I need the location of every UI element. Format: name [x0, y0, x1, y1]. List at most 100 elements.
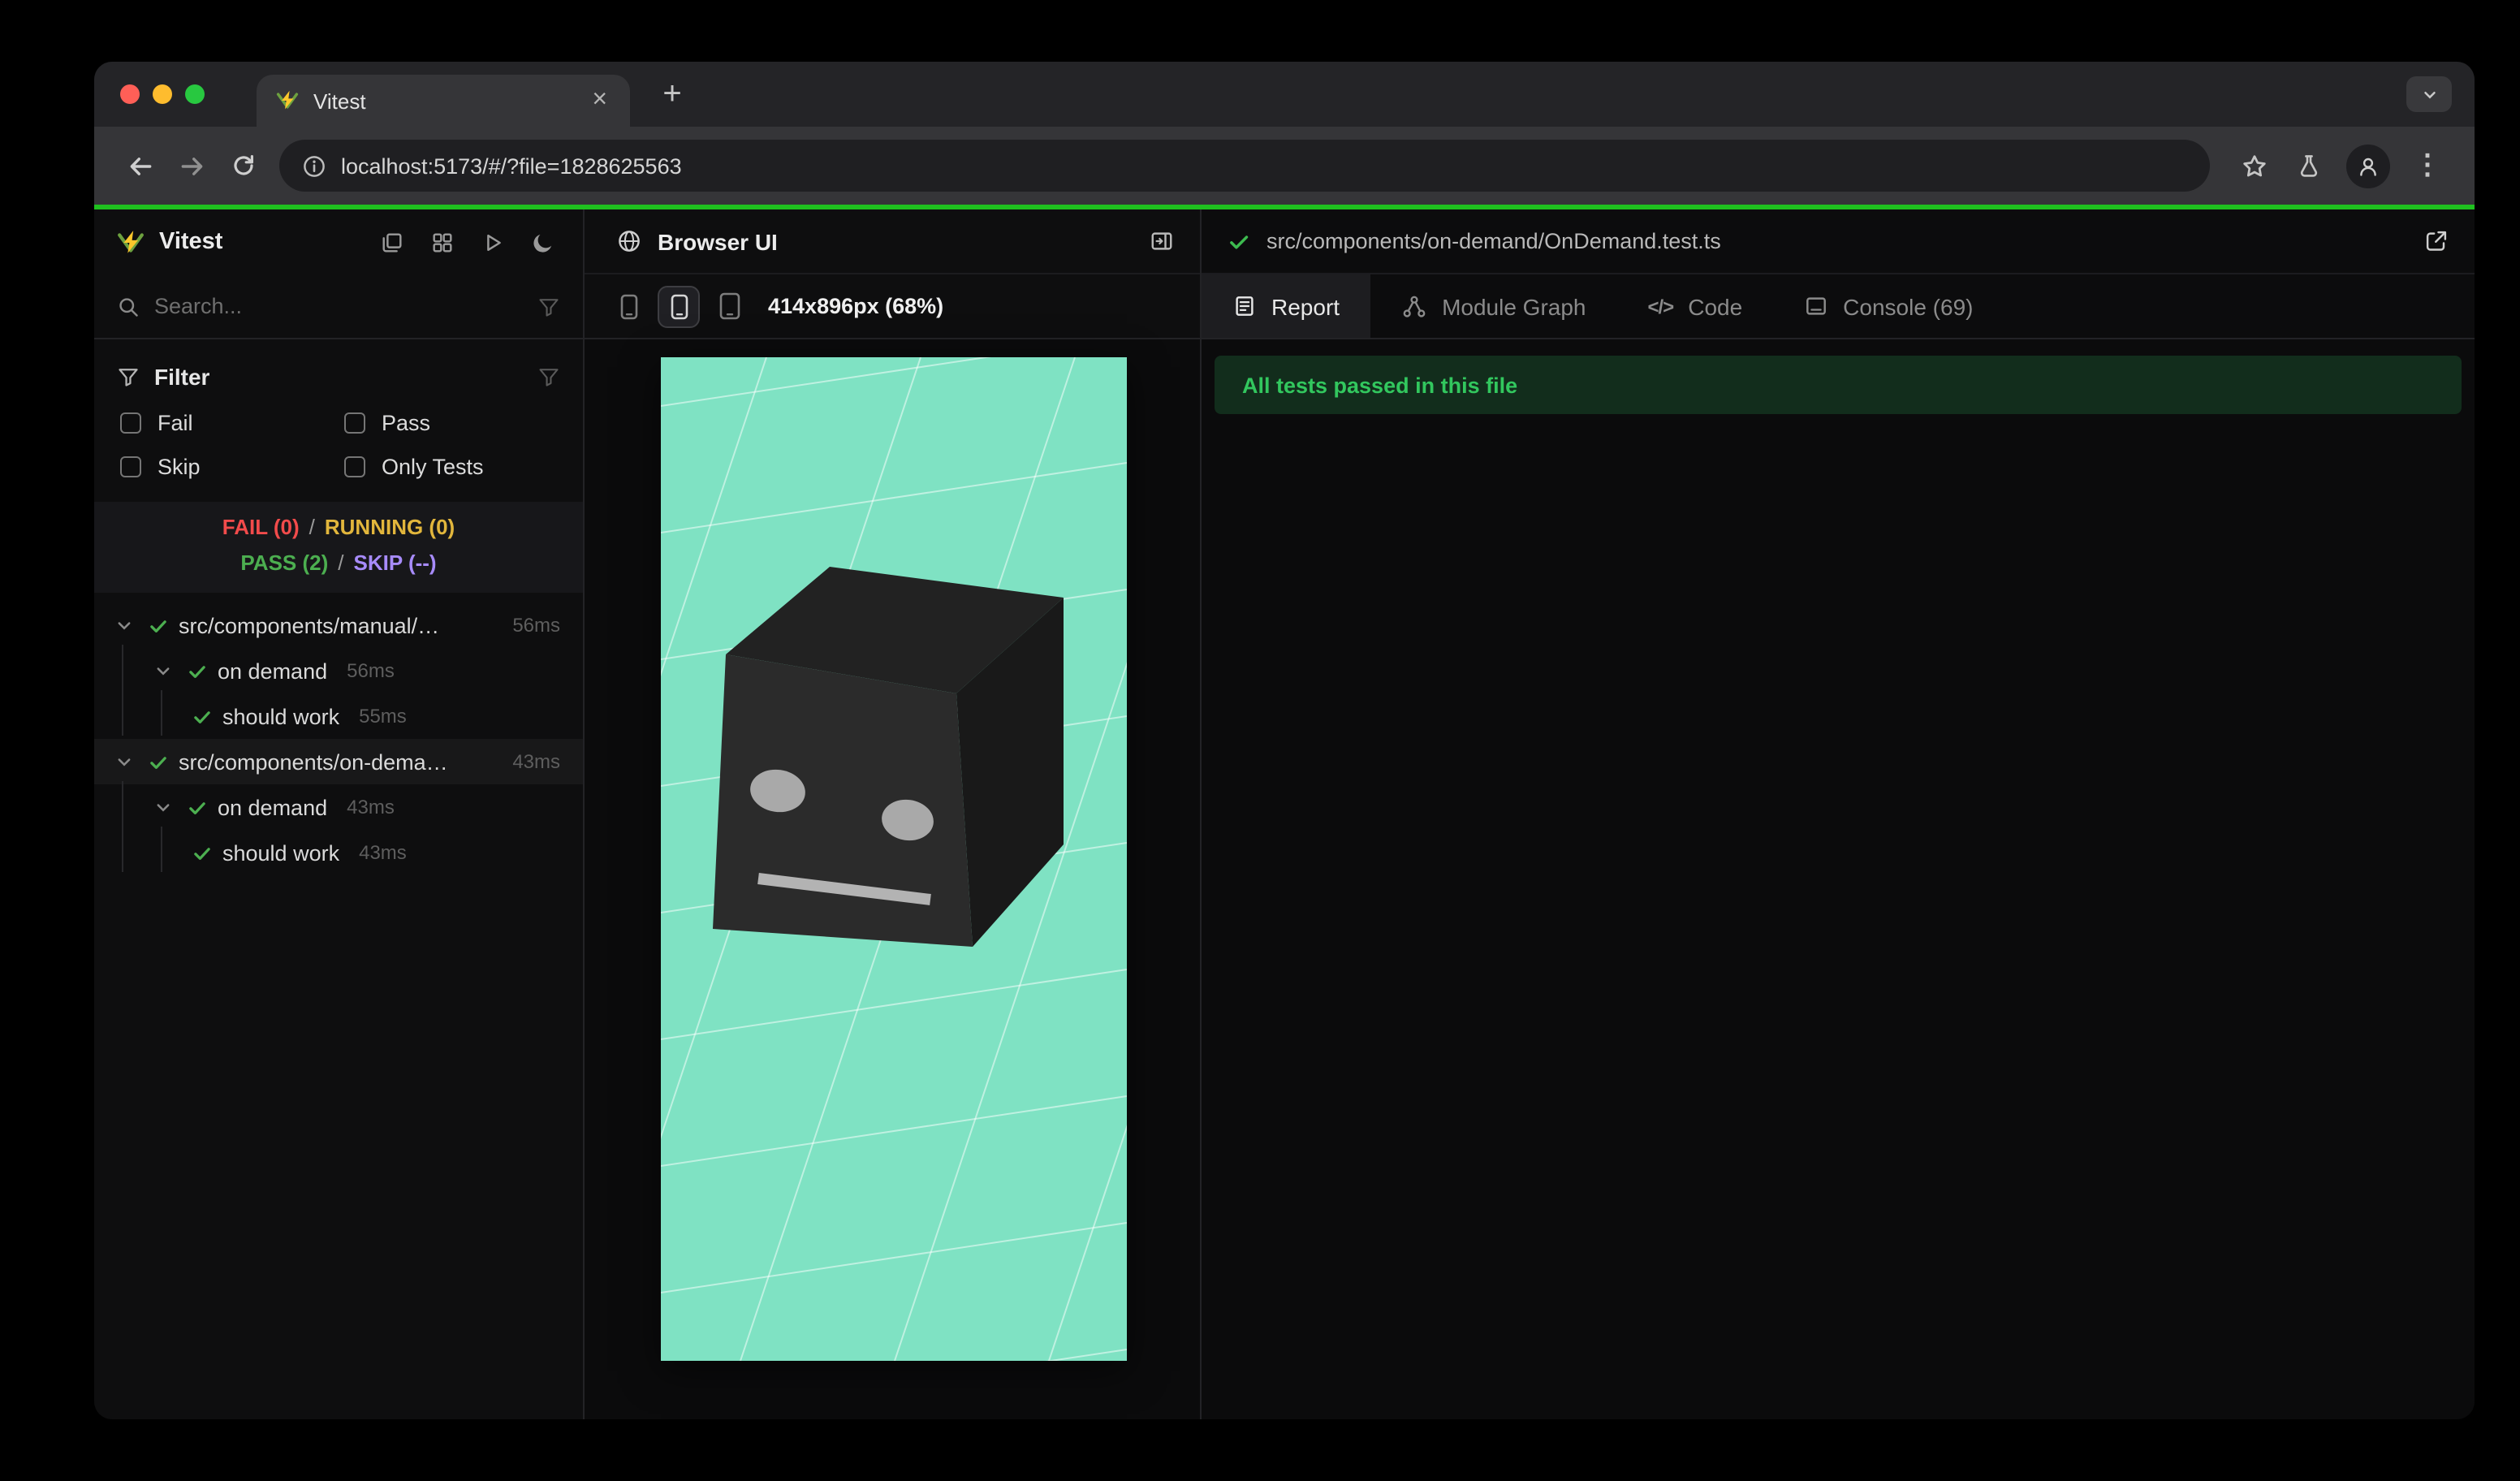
check-icon [183, 794, 209, 820]
collapse-panels-icon[interactable] [373, 224, 409, 260]
test-suite-name: on demand [218, 658, 328, 683]
filter-section: Filter Fail Pass Skip Only Tests [94, 339, 583, 502]
3d-cube-scene [661, 357, 1127, 1361]
url-text: localhost:5173/#/?file=1828625563 [341, 153, 682, 178]
tab-console[interactable]: Console (69) [1773, 274, 2004, 338]
search-row [94, 274, 583, 339]
site-info-icon[interactable] [302, 153, 326, 178]
test-duration: 43ms [347, 796, 395, 818]
test-duration: 55ms [359, 705, 407, 728]
check-icon [188, 703, 214, 729]
browser-tab-vitest[interactable]: Vitest × [257, 75, 630, 127]
tab-code[interactable]: </> Code [1617, 274, 1774, 338]
test-duration: 56ms [347, 659, 395, 682]
browser-panel-title: Browser UI [658, 228, 778, 254]
checkbox-icon[interactable] [120, 412, 141, 434]
tab-title: Vitest [313, 89, 366, 113]
checkbox-icon[interactable] [344, 412, 365, 434]
running-count: RUNNING (0) [324, 515, 455, 539]
address-toolbar: localhost:5173/#/?file=1828625563 ⋮ [94, 127, 2475, 205]
address-bar[interactable]: localhost:5173/#/?file=1828625563 [279, 140, 2210, 192]
app-title: Vitest [159, 229, 223, 255]
filter-toggle-icon[interactable] [537, 295, 560, 317]
report-body: All tests passed in this file [1202, 339, 2475, 1419]
chevron-down-icon[interactable] [149, 794, 175, 820]
tab-module-graph[interactable]: Module Graph [1370, 274, 1616, 338]
forward-button[interactable] [166, 140, 218, 192]
tab-bar: Vitest × + [94, 62, 2475, 127]
globe-icon [617, 229, 641, 253]
module-graph-icon [1401, 293, 1427, 319]
test-file-row[interactable]: src/components/on-dema… 43ms [94, 739, 583, 784]
test-case-row[interactable]: should work 55ms [94, 693, 583, 739]
check-icon [145, 749, 170, 775]
console-icon [1804, 294, 1828, 318]
app-content: Vitest Search... Filter Fail Pass Skip O… [94, 209, 2475, 1419]
vitest-logo-icon [117, 228, 145, 256]
chevron-down-icon[interactable] [149, 658, 175, 684]
dark-mode-moon-icon[interactable] [524, 224, 560, 260]
filter-options: Fail Pass Skip Only Tests [117, 411, 560, 479]
run-all-play-icon[interactable] [474, 224, 510, 260]
close-window-button[interactable] [120, 84, 140, 104]
device-viewport-area [585, 339, 1200, 1419]
test-suite-row[interactable]: on demand 43ms [94, 784, 583, 830]
tab-label: Console (69) [1843, 293, 1974, 319]
checkbox-icon[interactable] [120, 456, 141, 477]
all-tests-passed-banner: All tests passed in this file [1215, 356, 2462, 414]
dashboard-grid-icon[interactable] [424, 224, 460, 260]
filter-checkbox-skip[interactable]: Skip [120, 455, 344, 479]
device-phone-selected-button[interactable] [658, 285, 700, 327]
bookmark-star-icon[interactable] [2226, 140, 2281, 192]
sidebar: Vitest Search... Filter Fail Pass Skip O… [94, 209, 585, 1419]
test-file-row[interactable]: src/components/manual/… 56ms [94, 602, 583, 648]
tested-app-iframe[interactable] [661, 357, 1127, 1361]
screen: Vitest × + localhost:5173/#/?file=182862… [0, 0, 2520, 1481]
pass-count: PASS (2) [240, 551, 329, 575]
chevron-down-icon[interactable] [110, 749, 136, 775]
test-duration: 43ms [359, 841, 407, 864]
checkbox-icon[interactable] [344, 456, 365, 477]
viewport-resolution-label: 414x896px (68%) [768, 294, 944, 318]
open-in-editor-icon[interactable] [2424, 229, 2449, 253]
filter-checkbox-only-tests[interactable]: Only Tests [344, 455, 560, 479]
experiments-flask-icon[interactable] [2281, 140, 2337, 192]
open-file-path[interactable]: src/components/on-demand/OnDemand.test.t… [1266, 229, 2408, 253]
filter-checkbox-pass[interactable]: Pass [344, 411, 560, 435]
funnel-icon [117, 365, 140, 388]
filter-label: Skip [158, 455, 201, 479]
banner-text: All tests passed in this file [1242, 373, 1518, 397]
test-case-row[interactable]: should work 43ms [94, 830, 583, 875]
profile-avatar-icon[interactable] [2346, 144, 2390, 188]
test-file-name: src/components/on-dema… [179, 749, 448, 774]
device-phone-small-icon[interactable] [619, 293, 640, 319]
filter-label: Pass [382, 411, 431, 435]
check-icon [183, 658, 209, 684]
code-icon: </> [1647, 295, 1675, 317]
test-file-name: src/components/manual/… [179, 613, 440, 637]
browser-menu-icon[interactable]: ⋮ [2400, 140, 2455, 192]
test-suite-name: on demand [218, 795, 328, 819]
search-input[interactable] [154, 294, 523, 318]
test-suite-row[interactable]: on demand 56ms [94, 648, 583, 693]
file-pass-check-icon [1228, 230, 1250, 253]
open-in-panel-icon[interactable] [1150, 229, 1174, 253]
back-button[interactable] [114, 140, 166, 192]
filter-label: Fail [158, 411, 193, 435]
tab-close-icon[interactable]: × [585, 84, 614, 117]
reload-button[interactable] [218, 140, 270, 192]
report-doc-icon [1232, 294, 1257, 318]
minimize-window-button[interactable] [153, 84, 172, 104]
chevron-down-icon[interactable] [110, 612, 136, 638]
report-tabs: Report Module Graph </> Code Console (69… [1202, 274, 2475, 339]
clear-filter-icon[interactable] [537, 365, 560, 388]
test-duration: 56ms [512, 614, 560, 637]
new-tab-button[interactable]: + [649, 71, 695, 117]
tab-search-chevron-button[interactable] [2406, 76, 2452, 112]
check-icon [145, 612, 170, 638]
zoom-window-button[interactable] [185, 84, 205, 104]
test-duration: 43ms [512, 750, 560, 773]
device-tablet-icon[interactable] [718, 292, 742, 320]
filter-checkbox-fail[interactable]: Fail [120, 411, 344, 435]
tab-report[interactable]: Report [1202, 274, 1371, 338]
